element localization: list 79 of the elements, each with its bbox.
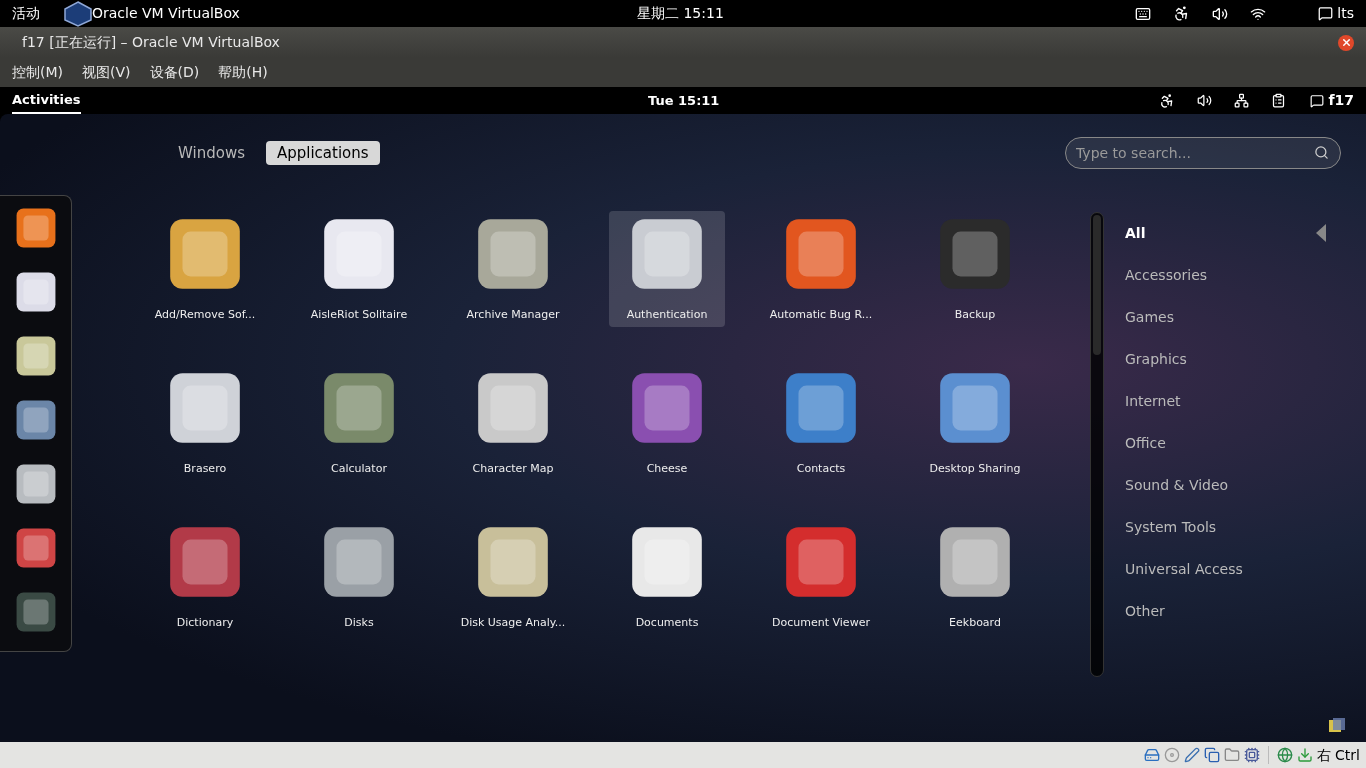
volume-icon[interactable] <box>1197 93 1213 108</box>
clock[interactable]: 星期二 15:11 <box>637 3 724 24</box>
keyboard-icon[interactable] <box>1135 5 1152 22</box>
view-tab[interactable]: Applications <box>265 141 380 165</box>
clipboard-icon[interactable] <box>1271 93 1287 108</box>
app-tile[interactable]: Eekboard <box>917 519 1033 635</box>
window-title: f17 [正在运行] – Oracle VM VirtualBox <box>22 33 280 52</box>
activities-button[interactable]: 活动 <box>12 3 40 24</box>
category-item[interactable]: Universal Access <box>1125 548 1243 590</box>
volume-icon[interactable] <box>1212 5 1229 22</box>
app-tile[interactable]: Disk Usage Analy... <box>455 519 571 635</box>
collapse-arrow-icon[interactable] <box>1316 224 1326 242</box>
app-tile[interactable]: Cheese <box>609 365 725 481</box>
category-item[interactable]: Office <box>1125 422 1243 464</box>
menu-item[interactable]: 设备(D) <box>149 62 200 83</box>
category-item[interactable]: System Tools <box>1125 506 1243 548</box>
category-item[interactable]: Games <box>1125 296 1243 338</box>
scrollbar[interactable] <box>1090 212 1104 677</box>
app-tile[interactable]: Authentication <box>609 211 725 327</box>
app-label: Character Map <box>472 461 554 477</box>
app-label: Cheese <box>646 461 688 477</box>
app-label: Dictionary <box>176 615 234 631</box>
category-item[interactable]: Sound & Video <box>1125 464 1243 506</box>
app-label: Eekboard <box>949 615 1001 631</box>
app-label: AisleRiot Solitaire <box>310 307 408 323</box>
app-tile[interactable]: AisleRiot Solitaire <box>301 211 417 327</box>
chat-icon[interactable] <box>1318 6 1334 21</box>
app-tile[interactable]: Documents <box>609 519 725 635</box>
close-button[interactable] <box>1338 34 1354 51</box>
shared-folder-icon[interactable] <box>1223 747 1240 763</box>
menu-item[interactable]: 控制(M) <box>12 62 63 83</box>
clock[interactable]: Tue 15:11 <box>648 90 720 111</box>
app-label: Authentication <box>626 307 708 323</box>
app-label: Documents <box>635 615 699 631</box>
chip-icon[interactable] <box>1243 747 1260 763</box>
app-tile[interactable]: Backup <box>917 211 1033 327</box>
view-tab[interactable]: Windows <box>167 141 256 165</box>
host-key-label: 右 Ctrl <box>1316 745 1360 765</box>
user-name[interactable]: lts <box>1337 3 1354 24</box>
chat-icon[interactable] <box>1310 93 1325 108</box>
category-item[interactable]: All <box>1125 212 1243 254</box>
user-name[interactable]: f17 <box>1328 90 1354 111</box>
app-label: Add/Remove Sof... <box>154 307 256 323</box>
download-arrow-icon[interactable] <box>1296 747 1313 763</box>
app-label: Disk Usage Analy... <box>460 615 566 631</box>
app-label: Contacts <box>796 461 846 477</box>
menu-item[interactable]: 帮助(H) <box>218 62 268 83</box>
app-label: Brasero <box>183 461 227 477</box>
app-tile[interactable]: Automatic Bug R... <box>763 211 879 327</box>
app-tile[interactable]: Brasero <box>147 365 263 481</box>
app-tile[interactable]: Archive Manager <box>455 211 571 327</box>
app-tile[interactable]: Contacts <box>763 365 879 481</box>
close-icon <box>1340 37 1352 48</box>
app-tile[interactable]: Character Map <box>455 365 571 481</box>
menu-item[interactable]: 视图(V) <box>82 62 131 83</box>
app-label: Automatic Bug R... <box>769 307 873 323</box>
app-label: Document Viewer <box>772 615 870 631</box>
app-tile[interactable]: Dictionary <box>147 519 263 635</box>
app-label: Backup <box>954 307 996 323</box>
app-tile[interactable]: Add/Remove Sof... <box>147 211 263 327</box>
globe-icon[interactable] <box>1276 747 1293 763</box>
app-tile[interactable]: Document Viewer <box>763 519 879 635</box>
category-item[interactable]: Internet <box>1125 380 1243 422</box>
app-tile[interactable]: Desktop Sharing <box>917 365 1033 481</box>
search-icon <box>1314 145 1329 160</box>
app-label: Desktop Sharing <box>929 461 1021 477</box>
app-label: Archive Manager <box>466 307 560 323</box>
category-item[interactable]: Other <box>1125 590 1243 632</box>
category-item[interactable]: Graphics <box>1125 338 1243 380</box>
pen-icon[interactable] <box>1183 747 1200 763</box>
category-item[interactable]: Accessories <box>1125 254 1243 296</box>
tray-icon[interactable] <box>1328 717 1346 735</box>
search-field[interactable]: Type to search... <box>1065 137 1341 169</box>
app-name: Oracle VM VirtualBox <box>92 4 240 23</box>
app-label: Calculator <box>331 461 387 477</box>
app-label: Disks <box>344 615 374 631</box>
app-tile[interactable]: Calculator <box>301 365 417 481</box>
app-tile[interactable]: Disks <box>301 519 417 635</box>
network-icon[interactable] <box>1234 93 1250 108</box>
